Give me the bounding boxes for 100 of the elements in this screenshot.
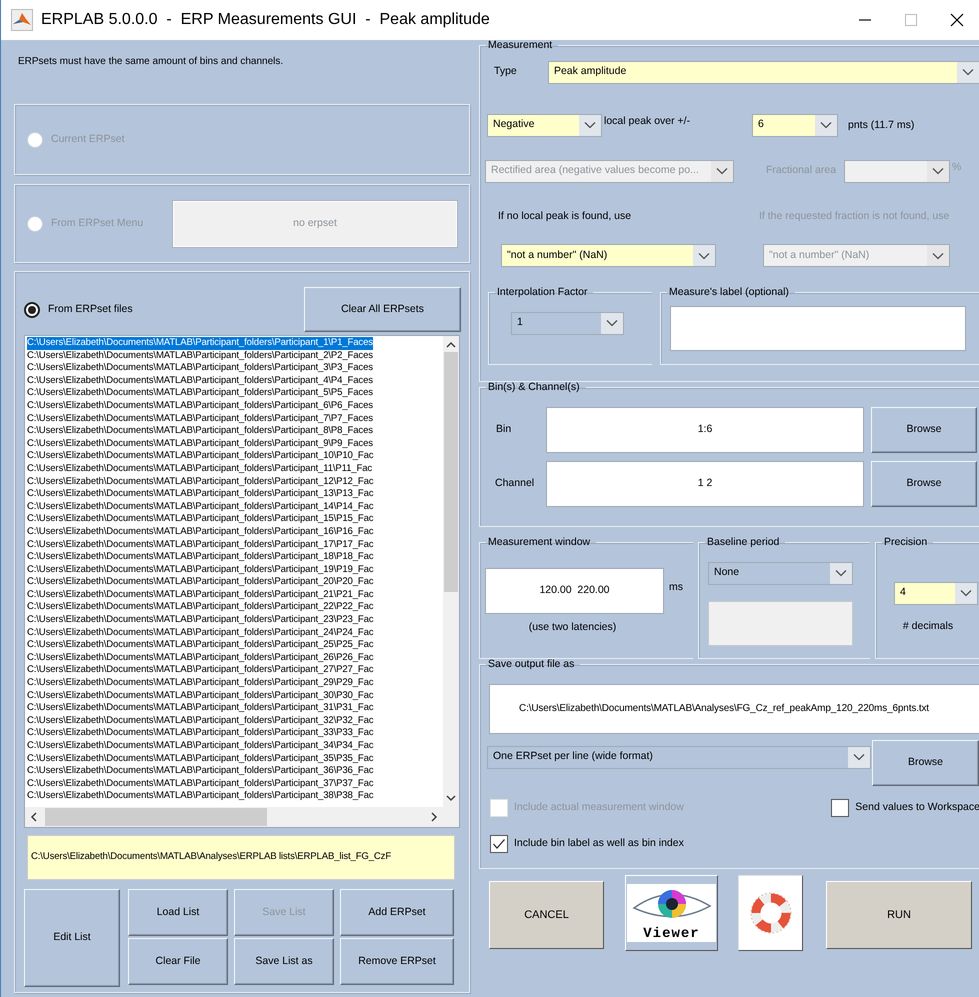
- chevron-icon: [835, 569, 847, 577]
- label-input-field[interactable]: [670, 306, 966, 351]
- chevron-icon: [716, 167, 728, 175]
- file-list-item[interactable]: C:\Users\Elizabeth\Documents\MATLAB\Participant_folders\Participant_37\P37_Fac: [27, 778, 374, 790]
- browse-button[interactable]: Browse: [871, 406, 977, 452]
- horizontal-scrollbar[interactable]: [25, 807, 459, 827]
- points-label: pnts (11.7 ms): [848, 118, 914, 133]
- panel-title: Bin(s) & Channel(s): [487, 382, 581, 392]
- browse-button[interactable]: Browse: [872, 740, 979, 786]
- radio-label: From ERPset files: [48, 302, 133, 317]
- file-list-item[interactable]: C:\Users\Elizabeth\Documents\MATLAB\Participant_folders\Participant_12\P12_Fac: [27, 476, 374, 488]
- channel-input-field[interactable]: 1 2: [546, 460, 864, 506]
- panel-title: Measurement: [487, 40, 554, 50]
- points-dropdown[interactable]: 6: [752, 114, 838, 136]
- fallback-label: If no local peak is found, use: [498, 208, 632, 224]
- file-list-item[interactable]: C:\Users\Elizabeth\Documents\MATLAB\Participant_folders\Participant_20\P20_Fac: [27, 576, 374, 589]
- hint-text: ERPsets must have the same amount of bins and channels.: [18, 55, 284, 68]
- file-list-item[interactable]: C:\Users\Elizabeth\Documents\MATLAB\Participant_folders\Participant_1\P1_Faces: [27, 337, 373, 350]
- chevron-icon: [820, 121, 832, 129]
- scroll-down-icon[interactable]: [446, 793, 456, 803]
- checkbox[interactable]: [490, 834, 508, 852]
- file-list-item[interactable]: C:\Users\Elizabeth\Documents\MATLAB\Participant_folders\Participant_19\P19_Fac: [27, 564, 374, 576]
- panel-title: Precision: [883, 537, 928, 548]
- file-list-item[interactable]: C:\Users\Elizabeth\Documents\MATLAB\Participant_folders\Participant_4\P4_Faces: [27, 374, 373, 388]
- checkbox[interactable]: [831, 798, 850, 816]
- hint-text: (use two latencies): [528, 620, 618, 634]
- file-list-item[interactable]: C:\Users\Elizabeth\Documents\MATLAB\Participant_folders\Participant_33\P33_Fac: [27, 727, 374, 740]
- polarity-dropdown[interactable]: Negative: [487, 114, 602, 136]
- file-list-item[interactable]: C:\Users\Elizabeth\Documents\MATLAB\Participant_folders\Participant_35\P35_Fac: [27, 752, 374, 766]
- file-list-item[interactable]: C:\Users\Elizabeth\Documents\MATLAB\Participant_folders\Participant_15\P15_Fac: [27, 513, 374, 526]
- bin-input-field[interactable]: 1:6: [546, 406, 864, 452]
- file-list-item[interactable]: C:\Users\Elizabeth\Documents\MATLAB\Participant_folders\Participant_26\P26_Fac: [27, 652, 374, 664]
- file-list-item[interactable]: C:\Users\Elizabeth\Documents\MATLAB\Participant_folders\Participant_32\P32_Fac: [27, 714, 374, 728]
- baseline-dropdown[interactable]: None: [708, 562, 853, 584]
- add-erpset-button[interactable]: Add ERPset: [340, 889, 454, 936]
- scroll-thumb[interactable]: [45, 808, 267, 826]
- interpolation-dropdown[interactable]: 1: [511, 312, 624, 335]
- vertical-scrollbar[interactable]: [443, 336, 459, 807]
- radio-label: From ERPset Menu: [51, 216, 144, 231]
- file-list-item[interactable]: C:\Users\Elizabeth\Documents\MATLAB\Participant_folders\Participant_38\P38_Fac: [27, 790, 374, 803]
- edit-list-button[interactable]: Edit List: [24, 889, 120, 987]
- file-list-item[interactable]: C:\Users\Elizabeth\Documents\MATLAB\Participant_folders\Participant_18\P18_Fac: [27, 551, 374, 564]
- file-list-item[interactable]: C:\Users\Elizabeth\Documents\MATLAB\Participant_folders\Participant_29\P29_Fac: [27, 677, 374, 690]
- file-list-item[interactable]: C:\Users\Elizabeth\Documents\MATLAB\Participant_folders\Participant_31\P31_Fac: [27, 702, 374, 715]
- file-list-item[interactable]: C:\Users\Elizabeth\Documents\MATLAB\Participant_folders\Participant_2\P2_Faces: [27, 350, 373, 362]
- checkbox-label: Include bin label as well as bin index: [514, 836, 684, 851]
- remove-erpset-button[interactable]: Remove ERPset: [340, 938, 454, 985]
- file-list-item[interactable]: C:\Users\Elizabeth\Documents\MATLAB\Participant_folders\Participant_27\P27_Fac: [27, 664, 374, 678]
- clear-file-button[interactable]: Clear File: [128, 938, 228, 985]
- window-input-field[interactable]: 120.00 220.00: [485, 568, 664, 614]
- type-label: Type: [494, 64, 518, 80]
- file-list-item[interactable]: C:\Users\Elizabeth\Documents\MATLAB\Participant_folders\Participant_25\P25_Fac: [27, 639, 374, 652]
- type-dropdown[interactable]: Peak amplitude: [548, 60, 979, 84]
- baseline-input-field[interactable]: [708, 600, 853, 646]
- fractional-area-label: Fractional area: [766, 163, 838, 178]
- file-list-item[interactable]: C:\Users\Elizabeth\Documents\MATLAB\Participant_folders\Participant_3\P3_Faces: [27, 362, 373, 375]
- chevron-icon: [698, 252, 710, 260]
- file-list-item[interactable]: C:\Users\Elizabeth\Documents\MATLAB\Participant_folders\Participant_10\P10_Fac: [27, 450, 374, 463]
- scroll-up-icon[interactable]: [446, 340, 456, 350]
- format-dropdown[interactable]: One ERPset per line (wide format): [487, 746, 871, 768]
- load-list-button[interactable]: Load List: [128, 889, 228, 936]
- file-list-item[interactable]: C:\Users\Elizabeth\Documents\MATLAB\Participant_folders\Participant_6\P6_Faces: [27, 400, 373, 413]
- file-list-item[interactable]: C:\Users\Elizabeth\Documents\MATLAB\Participant_folders\Participant_11\P11_Fac: [27, 462, 372, 476]
- close-icon[interactable]: [949, 12, 965, 28]
- file-list-item[interactable]: C:\Users\Elizabeth\Documents\MATLAB\Participant_folders\Participant_34\P34_Fac: [27, 740, 374, 753]
- list-file-field[interactable]: C:\Users\Elizabeth\Documents\MATLAB\Analyses\ERPLAB lists\ERPLAB_list_FG_CzF: [27, 835, 455, 880]
- file-list-item[interactable]: C:\Users\Elizabeth\Documents\MATLAB\Participant_folders\Participant_8\P8_Faces: [27, 425, 373, 438]
- file-list-item[interactable]: C:\Users\Elizabeth\Documents\MATLAB\Participant_folders\Participant_30\P30_Fac: [27, 690, 374, 702]
- file-list-item[interactable]: C:\Users\Elizabeth\Documents\MATLAB\Participant_folders\Participant_13\P13_Fac: [27, 488, 374, 501]
- file-list-item[interactable]: C:\Users\Elizabeth\Documents\MATLAB\Participant_folders\Participant_23\P23_Fac: [27, 614, 374, 627]
- file-listbox[interactable]: [24, 335, 460, 828]
- scroll-left-icon[interactable]: [29, 812, 39, 822]
- panel-title: Measure's label (optional): [668, 287, 790, 298]
- run-button[interactable]: RUN: [826, 881, 972, 949]
- file-list-item[interactable]: C:\Users\Elizabeth\Documents\MATLAB\Participant_folders\Participant_14\P14_Fac: [27, 500, 374, 514]
- scroll-right-icon[interactable]: [429, 812, 439, 822]
- file-list-item[interactable]: C:\Users\Elizabeth\Documents\MATLAB\Participant_folders\Participant_5\P5_Faces: [27, 387, 373, 400]
- browse-button[interactable]: Browse: [871, 460, 977, 506]
- clear-all-button[interactable]: Clear All ERPsets: [304, 287, 461, 332]
- panel-title: Interpolation Factor: [496, 287, 588, 298]
- file-list-item[interactable]: C:\Users\Elizabeth\Documents\MATLAB\Participant_folders\Participant_21\P21_Fac: [27, 588, 374, 602]
- panel-title: Save output file as: [487, 659, 576, 670]
- chevron-icon: [584, 121, 596, 129]
- file-list-item[interactable]: C:\Users\Elizabeth\Documents\MATLAB\Participant_folders\Participant_17\P17_Fac: [27, 538, 374, 552]
- output-path-field[interactable]: C:\Users\Elizabeth\Documents\MATLAB\Analyses\FG_Cz_ref_peakAmp_120_220ms_6pnts.txt: [489, 684, 979, 734]
- scroll-thumb[interactable]: [444, 352, 458, 592]
- file-list-item[interactable]: C:\Users\Elizabeth\Documents\MATLAB\Participant_folders\Participant_22\P22_Fac: [27, 601, 374, 614]
- file-list-item[interactable]: C:\Users\Elizabeth\Documents\MATLAB\Participant_folders\Participant_16\P16_Fac: [27, 526, 374, 538]
- file-list-item[interactable]: C:\Users\Elizabeth\Documents\MATLAB\Participant_folders\Participant_36\P36_Fac: [27, 765, 374, 778]
- cancel-button[interactable]: CANCEL: [489, 881, 604, 949]
- file-list-item[interactable]: C:\Users\Elizabeth\Documents\MATLAB\Participant_folders\Participant_9\P9_Faces: [27, 438, 373, 450]
- radio-label: Current ERPset: [51, 132, 125, 147]
- help-button[interactable]: [738, 875, 803, 951]
- radio-button[interactable]: [24, 302, 40, 318]
- precision-dropdown[interactable]: 4: [894, 582, 978, 604]
- viewer-button[interactable]: Viewer: [625, 875, 718, 951]
- file-list-item[interactable]: C:\Users\Elizabeth\Documents\MATLAB\Participant_folders\Participant_7\P7_Faces: [27, 412, 373, 426]
- fallback-dropdown[interactable]: "not a number" (NaN): [501, 244, 716, 268]
- file-list-item[interactable]: C:\Users\Elizabeth\Documents\MATLAB\Participant_folders\Participant_24\P24_Fac: [27, 626, 374, 640]
- save-list-as-button[interactable]: Save List as: [234, 938, 334, 985]
